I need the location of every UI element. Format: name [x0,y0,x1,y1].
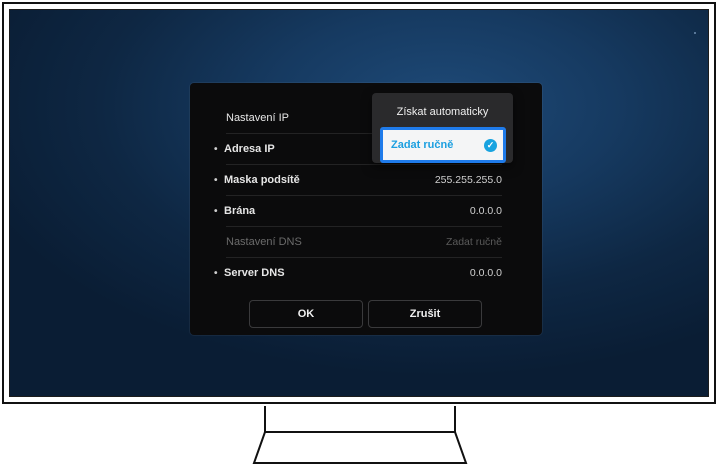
tv-stand [252,406,468,464]
